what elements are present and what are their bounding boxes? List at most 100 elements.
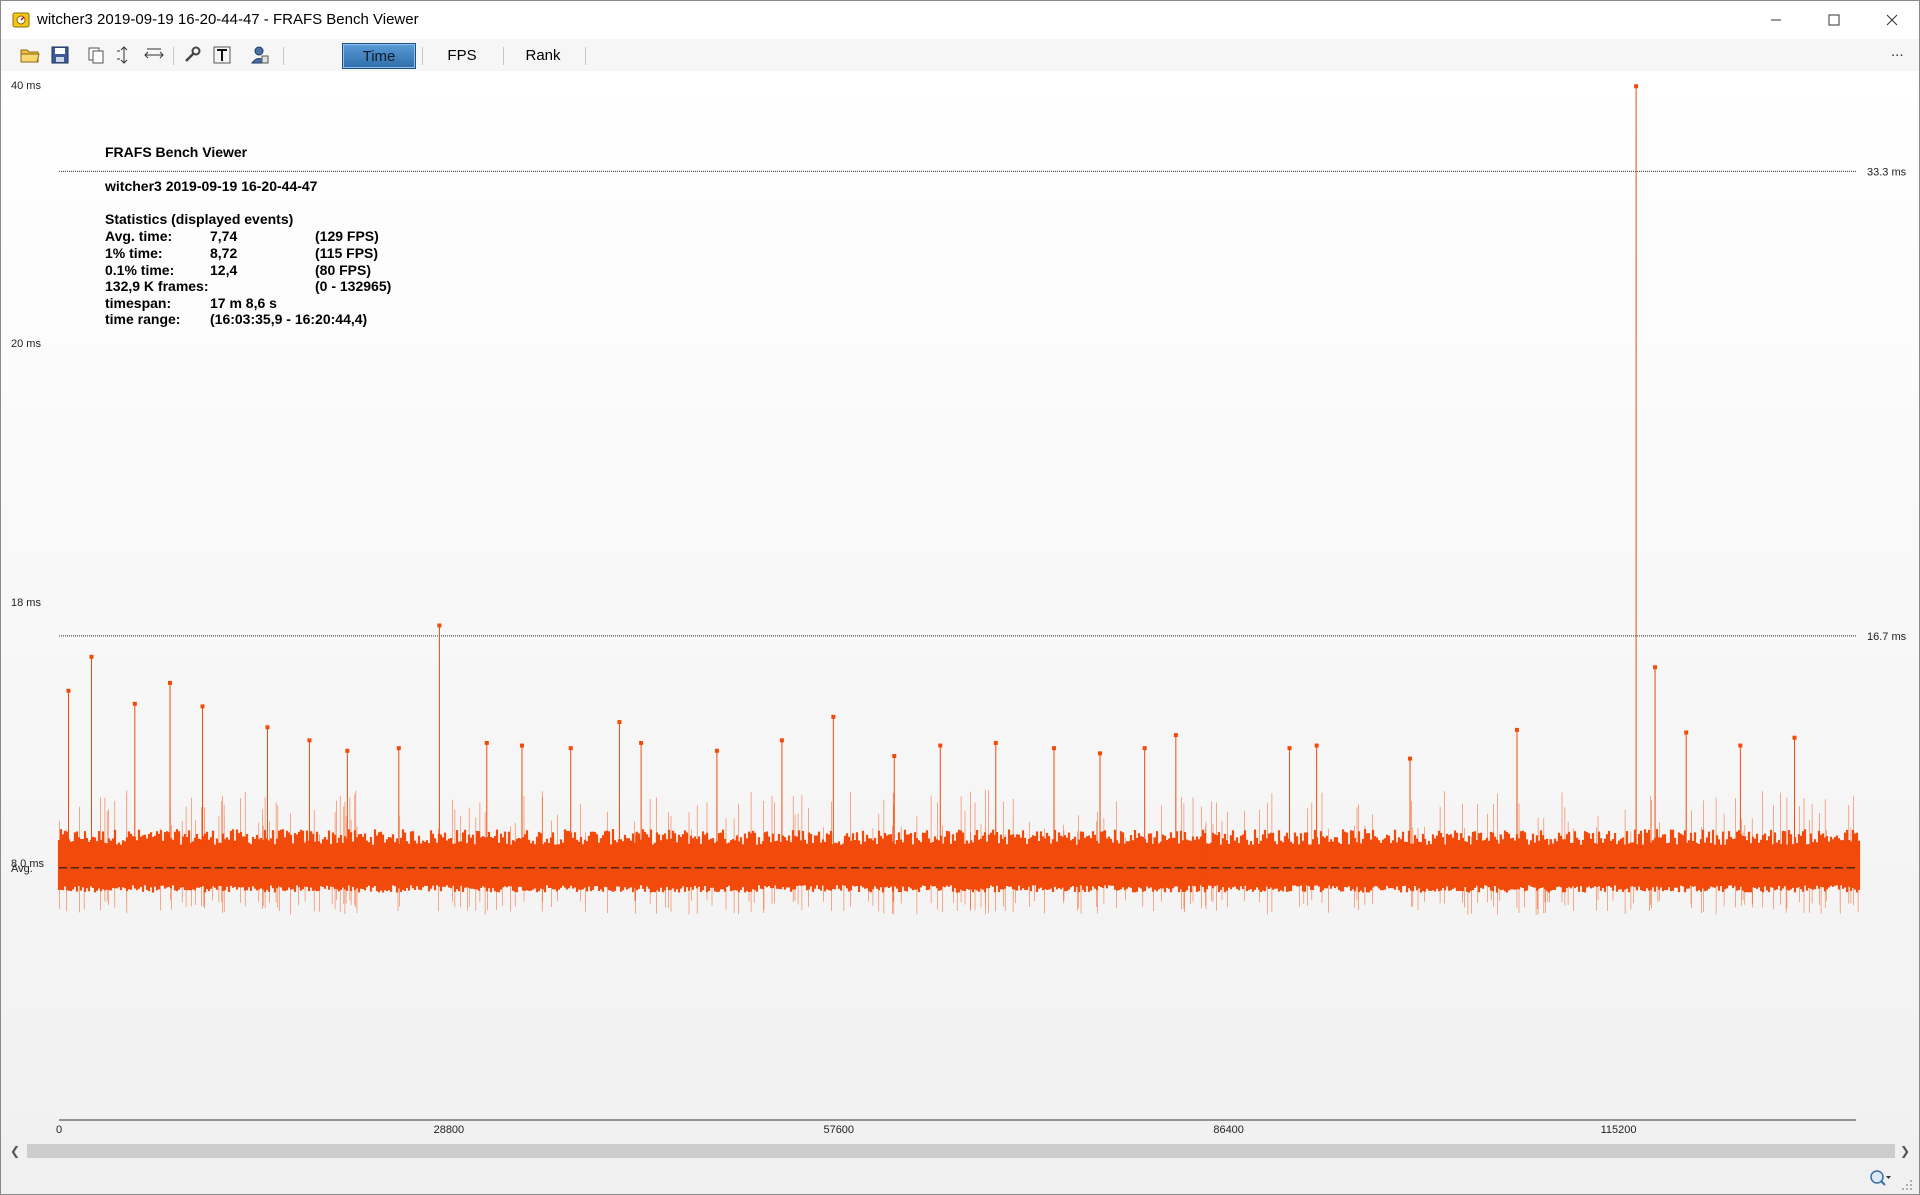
stat-label: time range:: [105, 311, 181, 327]
plot-area[interactable]: 33.3 ms 16.7 ms Avg. 40 ms 20 ms 18 ms 8,0 m…: [1, 71, 1919, 1141]
minimize-icon: [1771, 19, 1781, 21]
tab-rank[interactable]: Rank: [511, 43, 575, 67]
frame-spike-marker: [1287, 746, 1292, 751]
close-icon: [1886, 14, 1898, 26]
frame-spike-marker: [1684, 730, 1689, 735]
axes: 40 ms 20 ms 18 ms 8,0 ms 0 28800 57600 86400 115…: [11, 80, 1856, 1136]
reference-line-label: 16.7 ms: [1867, 631, 1907, 643]
toolbar-separator: [503, 47, 504, 65]
frame-spike-marker: [519, 743, 524, 748]
frame-spike-marker: [1173, 733, 1178, 738]
status-bar: [1, 1161, 1919, 1194]
frame-spike-marker: [1051, 746, 1056, 751]
fit-vertical-icon: [117, 46, 128, 64]
stat-value: 17 m 8,6 s: [210, 295, 277, 311]
frame-spike-marker: [1098, 751, 1103, 756]
toolbar-separator: [422, 47, 423, 65]
frame-time-chart[interactable]: 33.3 ms16.7 ms Avg. 40 ms20 ms18 ms8,0 m…: [1, 71, 1919, 1141]
stat-value: 7,74: [210, 228, 238, 244]
toolbar-separator: [585, 47, 586, 65]
stat-value: (16:03:35,9 - 16:20:44,4): [210, 311, 368, 327]
app-icon: [12, 12, 30, 28]
chevron-right-icon: ❯: [1899, 1144, 1911, 1158]
frame-spike-marker: [779, 738, 784, 743]
frame-spike-marker: [396, 746, 401, 751]
stat-value: 12,4: [210, 262, 238, 278]
frame-spike-marker: [265, 725, 270, 730]
y-tick-label: 8,0 ms: [11, 858, 45, 870]
scroll-right-button[interactable]: ❯: [1895, 1142, 1915, 1160]
reference-line-label: 33.3 ms: [1867, 166, 1907, 178]
x-tick-label: 57600: [823, 1124, 854, 1136]
resize-grip-icon[interactable]: [1899, 1177, 1913, 1191]
stat-label: Avg. time:: [105, 228, 173, 244]
text-button[interactable]: [211, 44, 233, 66]
x-tick-label: 86400: [1213, 1124, 1244, 1136]
toolbar-separator: [283, 47, 284, 65]
frame-spike-marker: [831, 714, 836, 719]
frame-band: [57, 790, 1861, 915]
stat-value: 8,72: [210, 245, 238, 261]
maximize-button[interactable]: [1805, 1, 1863, 39]
copy-icon: [88, 47, 104, 64]
frame-spike-marker: [993, 740, 998, 745]
stat-label: timespan:: [105, 295, 172, 311]
y-tick-label: 18 ms: [11, 597, 41, 609]
frame-spike-marker: [1738, 743, 1743, 748]
zoom-icon[interactable]: [1869, 1169, 1891, 1187]
tab-time[interactable]: Time: [342, 43, 416, 69]
toolbar-overflow-button[interactable]: ...: [1891, 43, 1904, 60]
save-button[interactable]: [49, 44, 71, 66]
settings-wrench-icon: [185, 46, 201, 62]
frame-spikes: [66, 84, 1797, 850]
maximize-icon: [1828, 14, 1840, 26]
scroll-thumb[interactable]: [27, 1144, 1895, 1158]
x-tick-label: 115200: [1601, 1124, 1637, 1136]
open-folder-icon: [20, 49, 40, 63]
frame-spike-marker: [437, 623, 442, 628]
x-tick-label: 28800: [434, 1124, 465, 1136]
frame-spike-marker: [1142, 746, 1147, 751]
stats-heading: Statistics (displayed events): [105, 211, 294, 227]
toolbar-separator: [173, 47, 174, 65]
session-label: witcher3 2019-09-19 16-20-44-47: [105, 178, 318, 194]
frame-spike-marker: [168, 680, 173, 685]
y-tick-label: 20 ms: [11, 338, 41, 350]
text-icon: [213, 46, 231, 64]
app-name-label: FRAFS Bench Viewer: [105, 144, 248, 160]
stat-extra: (115 FPS): [315, 245, 379, 261]
stat-label: 132,9 K frames:: [105, 278, 209, 294]
frame-spike-marker: [1408, 756, 1413, 761]
frame-band-strokes: [57, 829, 1861, 893]
close-button[interactable]: [1863, 1, 1919, 39]
frame-spike-marker: [307, 738, 312, 743]
horizontal-scrollbar[interactable]: ❮ ❯: [1, 1141, 1919, 1161]
frame-spike-marker: [892, 753, 897, 758]
stat-label: 1% time:: [105, 245, 163, 261]
fit-horizontal-icon: [144, 48, 164, 59]
frame-spike-marker: [938, 743, 943, 748]
stat-extra: (129 FPS): [315, 228, 379, 244]
stat-label: 0.1% time:: [105, 262, 175, 278]
frame-spike-marker: [484, 740, 489, 745]
tab-fps[interactable]: FPS: [431, 43, 493, 67]
frame-spike-marker: [1634, 84, 1639, 89]
minimize-button[interactable]: [1747, 1, 1805, 39]
toolbar: Time FPS Rank ...: [1, 39, 1919, 71]
frame-spike-marker: [714, 748, 719, 753]
save-icon: [51, 46, 69, 64]
user-icon: [250, 46, 269, 64]
frame-spike-marker: [132, 701, 137, 706]
copy-button[interactable]: [85, 44, 107, 66]
frame-spike-marker: [345, 748, 350, 753]
open-button[interactable]: [19, 44, 41, 66]
fit-horizontal-button[interactable]: [143, 44, 165, 66]
user-button[interactable]: [249, 44, 271, 66]
app-window: witcher3 2019-09-19 16-20-44-47 - FRAFS …: [0, 0, 1920, 1195]
frame-spike-marker: [200, 704, 205, 709]
frame-spike-marker: [568, 746, 573, 751]
fit-vertical-button[interactable]: [113, 44, 135, 66]
frame-spike-marker: [639, 740, 644, 745]
scroll-left-button[interactable]: ❮: [5, 1142, 25, 1160]
settings-button[interactable]: [181, 44, 203, 66]
